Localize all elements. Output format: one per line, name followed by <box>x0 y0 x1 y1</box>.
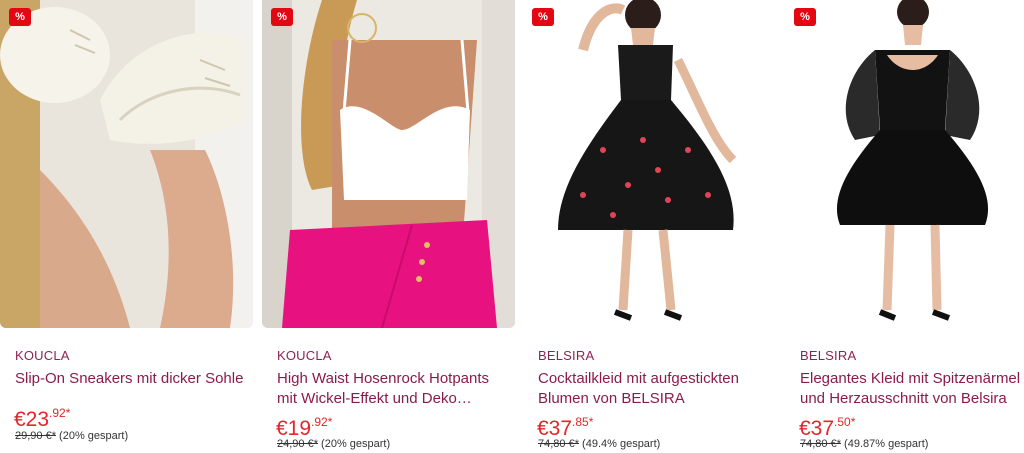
price-main: €37 <box>799 417 835 440</box>
price-cents: .85* <box>572 415 594 429</box>
product-brand[interactable]: BELSIRA <box>800 348 856 363</box>
price-main: €23 <box>14 408 50 431</box>
savings-text: (20% gespart) <box>321 438 391 450</box>
product-title[interactable]: Cocktailkleid mit aufgestickten Blumen v… <box>538 369 770 409</box>
discount-badge: % <box>532 8 554 26</box>
price-main: €37 <box>537 417 573 440</box>
product-card[interactable]: % KOUCLA Slip-On Sneakers mit dicker Soh… <box>0 0 253 453</box>
old-price-line: 74,80 €* (49.87% gespart) <box>800 438 928 450</box>
product-image[interactable]: % <box>262 0 515 328</box>
discount-badge: % <box>271 8 293 26</box>
price-cents: .50* <box>834 415 856 429</box>
product-card[interactable]: % BELSIRA Elegantes Kleid mit Spitzenärm… <box>785 0 1024 453</box>
old-price-line: 24,90 €* (20% gespart) <box>277 438 390 450</box>
cocktail-dress-photo <box>523 0 776 328</box>
product-price: €23.92* <box>14 406 70 432</box>
sneakers-photo <box>0 0 253 328</box>
old-price: 74,80 €* <box>538 438 579 450</box>
old-price: 74,80 €* <box>800 438 841 450</box>
old-price-line: 29,90 €* (20% gespart) <box>15 430 128 442</box>
product-card[interactable]: % BELSIRA Cocktailkleid mit aufgestickte… <box>523 0 776 453</box>
discount-badge: % <box>794 8 816 26</box>
old-price: 29,90 €* <box>15 430 56 442</box>
price-cents: .92* <box>49 406 71 420</box>
product-brand[interactable]: BELSIRA <box>538 348 594 363</box>
lace-dress-photo <box>785 0 1024 328</box>
product-brand[interactable]: KOUCLA <box>15 348 70 363</box>
product-title[interactable]: High Waist Hosenrock Hotpants mit Wickel… <box>277 369 509 409</box>
hotpants-photo <box>262 0 515 328</box>
product-card[interactable]: % KOUCLA High Waist Hosenrock Hotpants m… <box>262 0 515 453</box>
product-title[interactable]: Slip-On Sneakers mit dicker Sohle <box>15 369 247 389</box>
product-image[interactable]: % <box>0 0 253 328</box>
product-title[interactable]: Elegantes Kleid mit Spitzenärmel und Her… <box>800 369 1024 409</box>
product-grid: % KOUCLA Slip-On Sneakers mit dicker Soh… <box>0 0 1024 453</box>
old-price: 24,90 €* <box>277 438 318 450</box>
savings-text: (49.87% gespart) <box>844 438 929 450</box>
old-price-line: 74,80 €* (49.4% gespart) <box>538 438 660 450</box>
discount-badge: % <box>9 8 31 26</box>
savings-text: (20% gespart) <box>59 430 129 442</box>
savings-text: (49.4% gespart) <box>582 438 661 450</box>
price-cents: .92* <box>311 415 333 429</box>
price-main: €19 <box>276 417 312 440</box>
product-image[interactable]: % <box>523 0 776 328</box>
product-image[interactable]: % <box>785 0 1024 328</box>
product-brand[interactable]: KOUCLA <box>277 348 332 363</box>
